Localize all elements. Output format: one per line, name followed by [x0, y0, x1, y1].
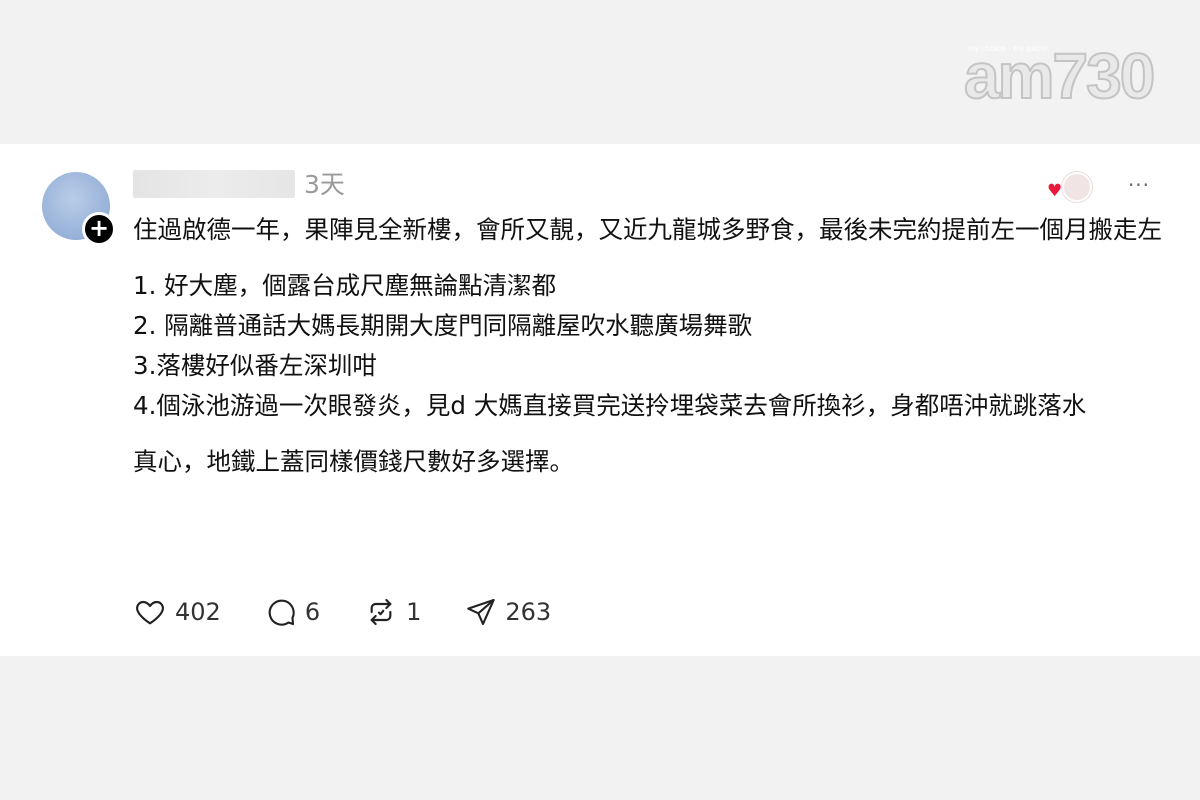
list-item: 4.個泳池游過一次眼發炎，見d 大媽直接買完送拎埋袋菜去會所換衫，身都唔沖就跳落…	[133, 391, 1087, 420]
heart-icon	[133, 596, 167, 628]
post-paragraph: 真心，地鐵上蓋同樣價錢尺數好多選擇。	[133, 447, 574, 476]
list-item: 2. 隔離普通話大媽長期開大度門同隔離屋吹水聽廣場舞歌	[133, 311, 753, 340]
list-item: 3.落樓好似番左深圳咁	[133, 351, 377, 380]
post-card: + 3天 ♥ ··· 住過啟德一年，果陣見全新樓，會所又靚，又近九龍城多野食，最…	[0, 144, 1200, 656]
like-count: 402	[175, 598, 221, 626]
username-redacted[interactable]	[133, 170, 295, 198]
post-paragraph: 住過啟德一年，果陣見全新樓，會所又靚，又近九龍城多野食，最後未完約提前左一個月搬…	[133, 215, 1162, 244]
reactor-avatar	[1062, 172, 1092, 202]
repost-icon	[364, 596, 398, 628]
share-count: 263	[505, 598, 552, 626]
send-icon	[465, 596, 497, 628]
reaction-summary[interactable]: ♥	[1046, 170, 1096, 204]
page: am730 my choice · my paper + 3天 ♥ ··· 住過…	[0, 0, 1200, 800]
share-button[interactable]: 263	[465, 596, 551, 628]
comment-count: 6	[304, 598, 321, 626]
heart-reaction-icon: ♥	[1047, 181, 1063, 201]
repost-button[interactable]: 1	[364, 596, 421, 628]
comment-bubble-icon	[265, 596, 297, 628]
like-button[interactable]: 402	[133, 596, 221, 628]
post-time: 3天	[304, 170, 345, 199]
follow-plus-icon[interactable]: +	[82, 212, 116, 246]
list-item: 1. 好大塵，個露台成尺塵無論點清潔都	[133, 271, 557, 300]
logo-tagline: my choice · my paper	[968, 44, 1049, 53]
action-bar: 402 6 1 263	[133, 594, 595, 630]
am730-logo-watermark: am730 my choice · my paper	[963, 36, 1156, 113]
repost-count: 1	[406, 598, 422, 626]
comment-button[interactable]: 6	[265, 596, 320, 628]
more-options-icon[interactable]: ···	[1124, 170, 1154, 200]
post-body: 住過啟德一年，果陣見全新樓，會所又靚，又近九龍城多野食，最後未完約提前左一個月搬…	[133, 210, 1163, 482]
